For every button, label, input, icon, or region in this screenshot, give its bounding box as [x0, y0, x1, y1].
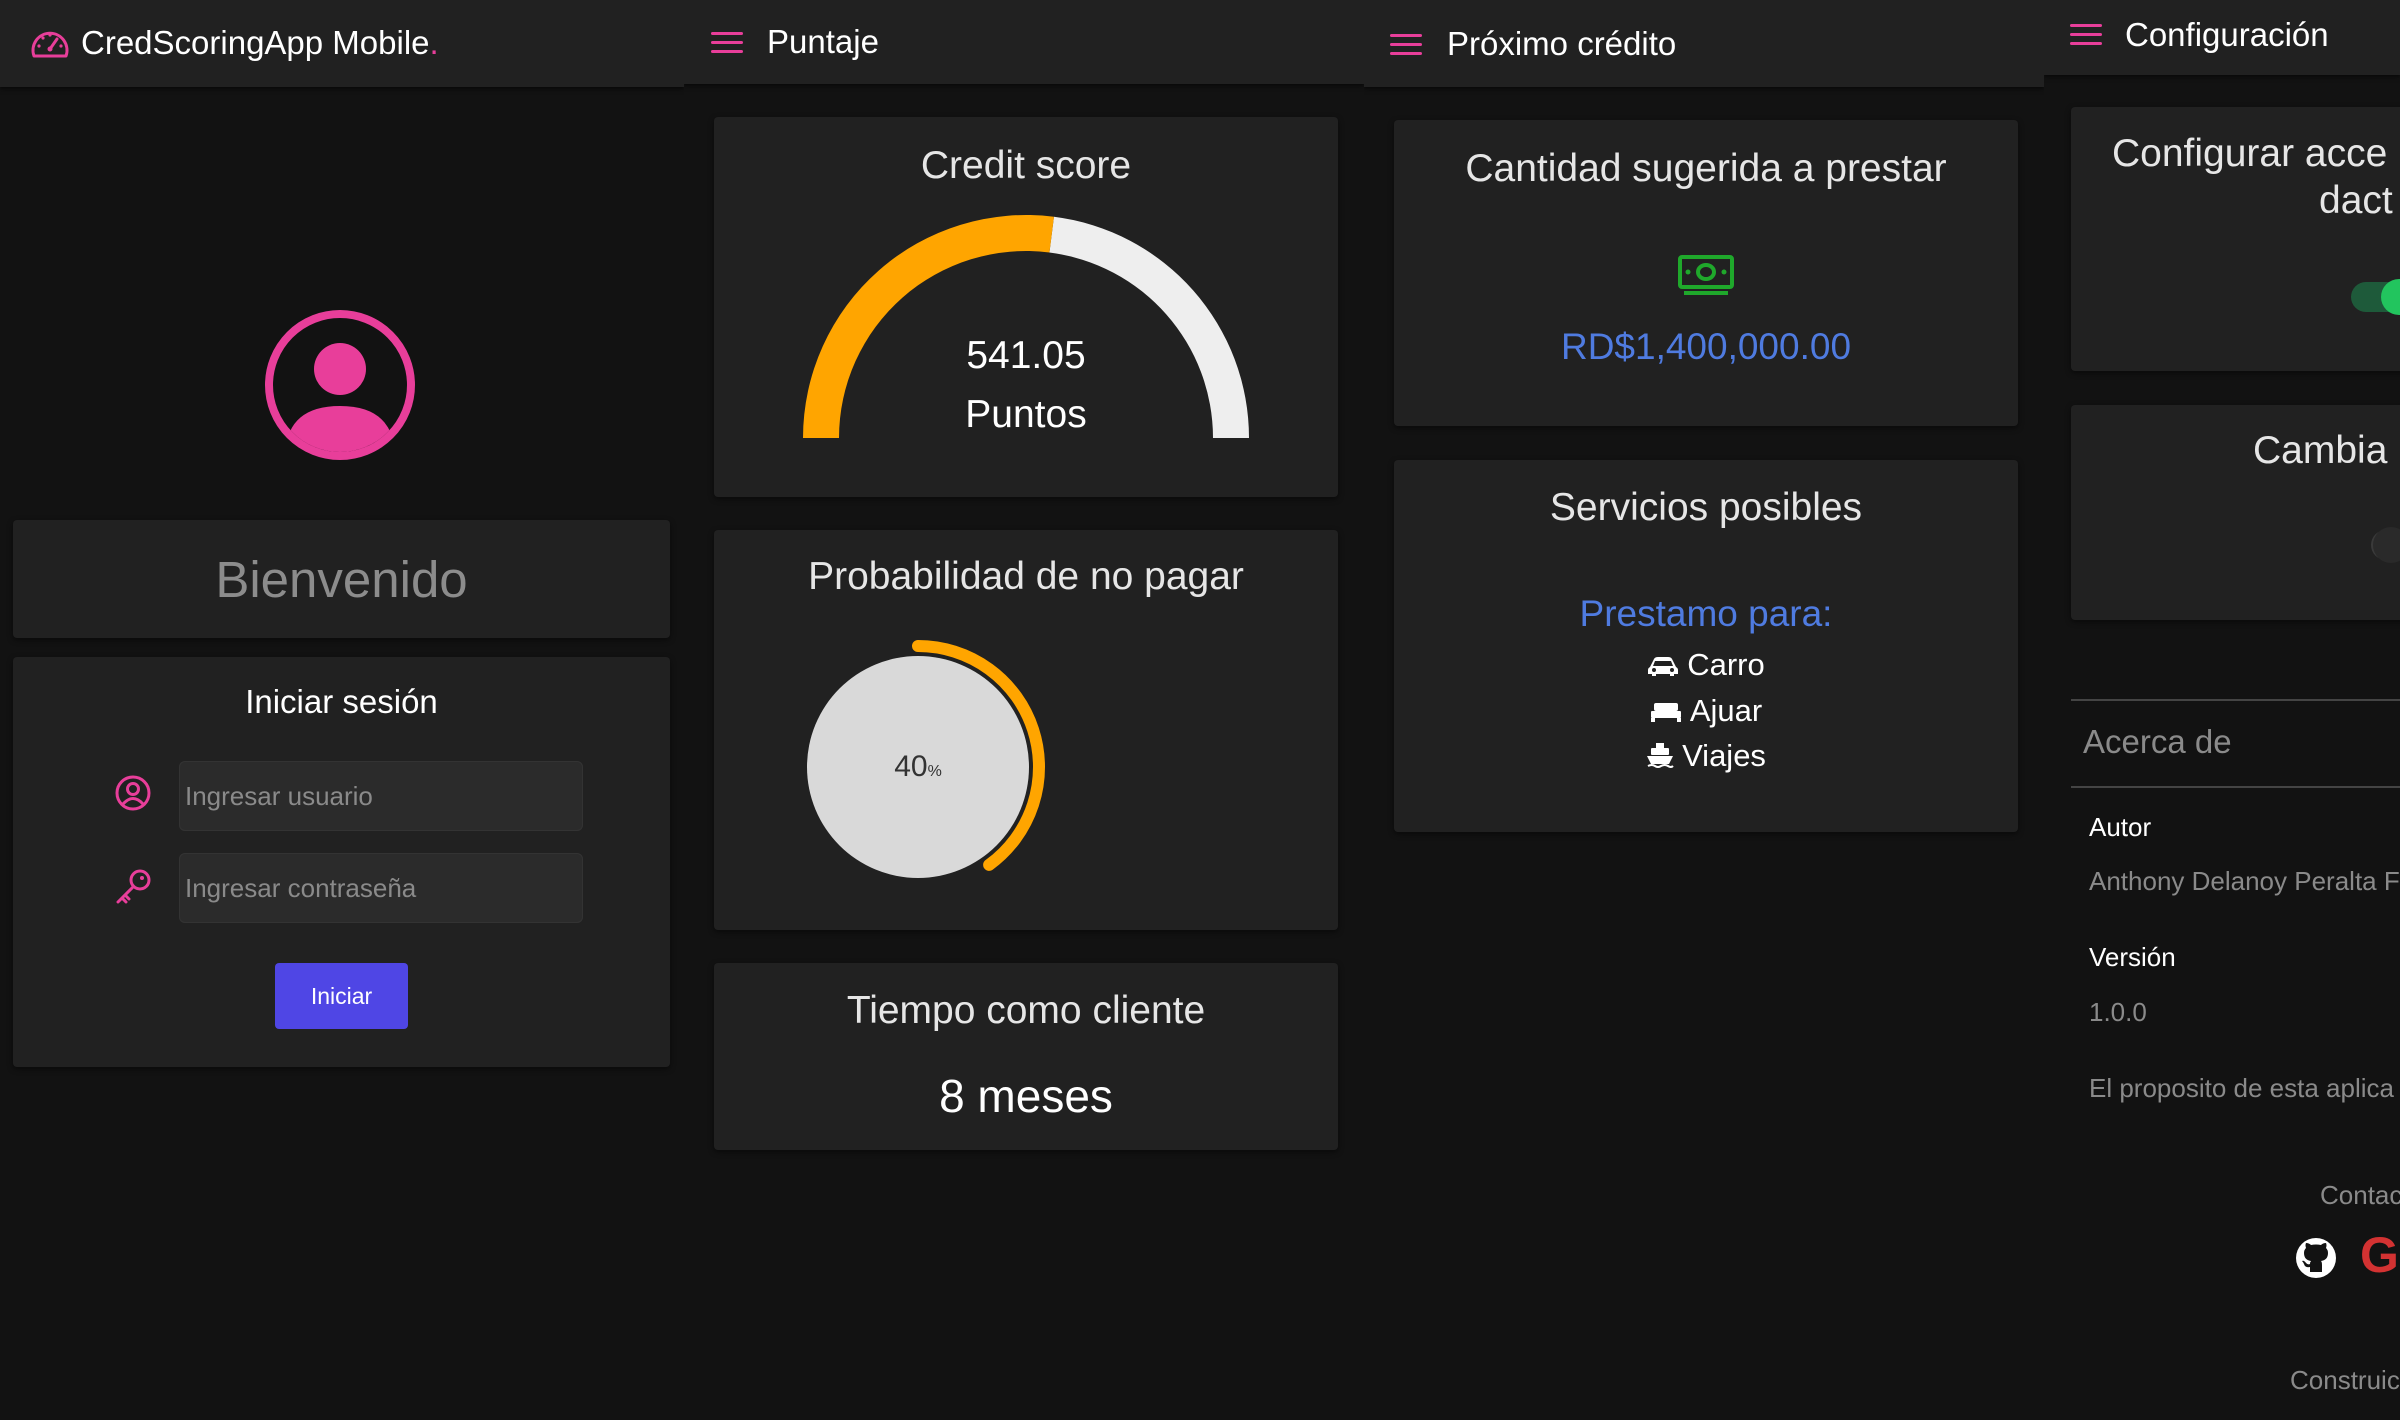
credit-score-gauge [803, 214, 1249, 438]
screen-title: Configuración [2125, 16, 2329, 53]
credit-score-unit: Puntos [965, 393, 1087, 436]
theme-toggle[interactable] [2371, 527, 2400, 563]
default-probability-value: 40% [894, 750, 942, 783]
menu-icon[interactable] [1390, 32, 1422, 56]
suggested-amount-value: RD$1,400,000.00 [1560, 326, 1852, 367]
login-app-bar: CredScoringApp Mobile. [0, 0, 684, 87]
credit-score-value: 541.05 [966, 334, 1086, 377]
login-title: Iniciar sesión [245, 683, 438, 720]
app-title-dot: . [429, 24, 439, 61]
speedometer-icon [30, 26, 70, 62]
login-screen: CredScoringApp Mobile. Bienvenido Inicia… [0, 0, 684, 1420]
settings-screen: Configuración Configurar acce dact Cambi… [2044, 0, 2400, 1420]
score-screen: Puntaje Credit score 541.05 Puntos Proba… [684, 0, 1364, 1420]
service-item-carro: Carro [1394, 647, 2018, 685]
login-form-card: Iniciar sesión Ingresar usuario Ingresar… [13, 657, 670, 1067]
possible-services-card: Servicios posibles Prestamo para: Carro … [1394, 460, 2018, 832]
welcome-card: Bienvenido [13, 520, 670, 638]
ship-icon [1646, 740, 1674, 776]
bed-icon [1650, 695, 1682, 731]
fingerprint-settings-title-line2: dact [2319, 179, 2393, 222]
next-credit-app-bar: Próximo crédito [1364, 0, 2044, 87]
possible-services-title: Servicios posibles [1549, 486, 1863, 529]
toggle-knob [2373, 527, 2400, 563]
about-divider-top [2071, 699, 2400, 701]
service-item-ajuar: Ajuar [1394, 693, 2018, 731]
toggle-knob [2381, 279, 2400, 315]
score-app-bar: Puntaje [684, 0, 1364, 84]
screen-title: Próximo crédito [1447, 25, 1677, 62]
menu-icon[interactable] [2070, 22, 2102, 46]
username-input[interactable]: Ingresar usuario [179, 761, 583, 831]
contact-label: Contac [2320, 1180, 2400, 1210]
tenure-card: Tiempo como cliente 8 meses [714, 963, 1338, 1150]
about-divider-bottom [2071, 786, 2400, 788]
password-input[interactable]: Ingresar contraseña [179, 853, 583, 923]
theme-settings-card: Cambia [2071, 405, 2400, 620]
car-icon [1647, 649, 1679, 685]
default-probability-ring [807, 640, 1045, 878]
next-credit-screen: Próximo crédito Cantidad sugerida a pres… [1364, 0, 2044, 1420]
version-value: 1.0.0 [2089, 997, 2147, 1027]
screen-title: Puntaje [767, 23, 879, 60]
tenure-title: Tiempo como cliente [846, 989, 1206, 1032]
author-label: Autor [2089, 812, 2152, 842]
theme-settings-title: Cambia [2253, 429, 2388, 472]
author-value: Anthony Delanoy Peralta F [2089, 866, 2400, 896]
login-button[interactable]: Iniciar [275, 963, 408, 1029]
settings-app-bar: Configuración [2044, 0, 2400, 75]
user-avatar-icon [263, 308, 417, 462]
suggested-amount-card: Cantidad sugerida a prestar RD$1,400,000… [1394, 120, 2018, 426]
about-header: Acerca de [2083, 723, 2232, 760]
purpose-text: El proposito de esta aplica [2089, 1073, 2394, 1103]
github-icon[interactable] [2294, 1236, 2338, 1280]
user-circle-icon [115, 775, 151, 811]
credit-score-card: Credit score 541.05 Puntos [714, 117, 1338, 497]
google-icon[interactable]: G [2360, 1230, 2399, 1280]
default-probability-card: Probabilidad de no pagar 40% [714, 530, 1338, 930]
suggested-amount-title: Cantidad sugerida a prestar [1465, 147, 1947, 190]
version-label: Versión [2089, 942, 2176, 972]
welcome-text: Bienvenido [215, 551, 468, 608]
loan-for-subtitle: Prestamo para: [1579, 593, 1833, 634]
service-item-viajes: Viajes [1394, 738, 2018, 776]
fingerprint-toggle[interactable] [2351, 279, 2400, 315]
fingerprint-settings-title-line1: Configurar acce [2112, 132, 2388, 175]
built-with-label: Construic [2290, 1365, 2400, 1395]
tenure-value: 8 meses [939, 1070, 1113, 1122]
money-bill-icon [1677, 254, 1735, 298]
key-icon [113, 867, 153, 907]
app-title: CredScoringApp Mobile [81, 24, 430, 61]
menu-icon[interactable] [711, 30, 743, 54]
fingerprint-settings-card: Configurar acce dact [2071, 107, 2400, 371]
